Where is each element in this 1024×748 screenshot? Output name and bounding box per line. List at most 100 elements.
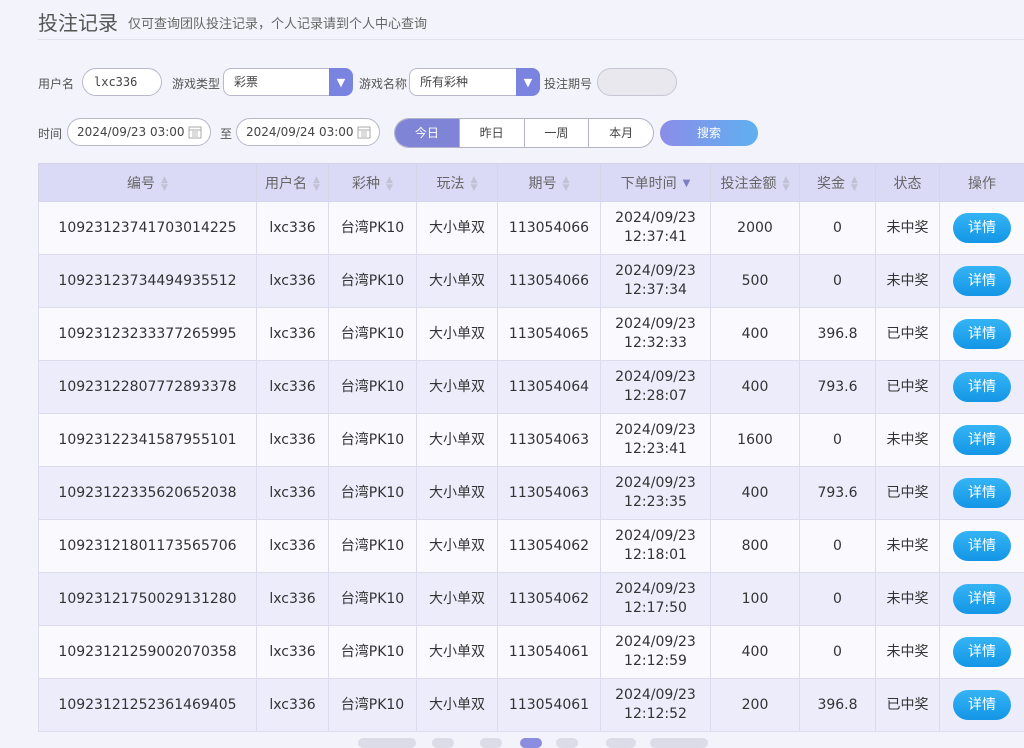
cell-lottery: 台湾PK10 (329, 361, 417, 414)
cell-amount: 1600 (711, 414, 800, 467)
detail-button[interactable]: 详情 (953, 584, 1011, 614)
cell-issue: 113054064 (498, 361, 601, 414)
cell-action: 详情 (940, 467, 1024, 520)
col-header-time[interactable]: 下单时间▼ (601, 164, 711, 202)
table-row: 10923121252361469405lxc336台湾PK10大小单双1130… (39, 679, 1024, 732)
range-month-button[interactable]: 本月 (588, 119, 653, 147)
detail-button[interactable]: 详情 (953, 319, 1011, 349)
page-title: 投注记录 (38, 7, 118, 36)
order-date: 2024/09/23 (615, 210, 696, 226)
order-clock: 12:28:07 (624, 388, 687, 404)
order-clock: 12:12:52 (624, 706, 687, 722)
issue-input[interactable] (597, 68, 677, 96)
table-row: 10923121750029131280lxc336台湾PK10大小单双1130… (39, 573, 1024, 626)
cell-user: lxc336 (257, 202, 329, 255)
calendar-icon (357, 125, 371, 139)
game-name-value: 所有彩种 (409, 68, 517, 96)
cell-issue: 113054065 (498, 308, 601, 361)
cell-prize: 793.6 (800, 467, 876, 520)
order-clock: 12:12:59 (624, 653, 687, 669)
cell-prize: 0 (800, 255, 876, 308)
range-week-button[interactable]: 一周 (524, 119, 589, 147)
range-today-button[interactable]: 今日 (395, 119, 459, 147)
pager-page-button[interactable] (556, 738, 578, 748)
cell-play: 大小单双 (417, 520, 498, 573)
cell-lottery: 台湾PK10 (329, 255, 417, 308)
cell-play: 大小单双 (417, 361, 498, 414)
cell-play: 大小单双 (417, 308, 498, 361)
cell-prize: 793.6 (800, 361, 876, 414)
cell-issue: 113054062 (498, 520, 601, 573)
table-row: 10923122807772893378lxc336台湾PK10大小单双1130… (39, 361, 1024, 414)
detail-button[interactable]: 详情 (953, 690, 1011, 720)
col-header-status: 状态 (876, 164, 940, 202)
detail-button[interactable]: 详情 (953, 531, 1011, 561)
pager-next-button[interactable] (650, 738, 708, 748)
order-date: 2024/09/23 (615, 687, 696, 703)
order-date: 2024/09/23 (615, 316, 696, 332)
order-clock: 12:37:34 (624, 282, 687, 298)
search-button[interactable]: 搜索 (660, 120, 758, 146)
start-time-input[interactable]: 2024/09/23 03:00 (67, 118, 211, 146)
pager-prev-button[interactable] (358, 738, 416, 748)
cell-prize: 0 (800, 573, 876, 626)
cell-id: 10923122341587955101 (39, 414, 257, 467)
detail-button[interactable]: 详情 (953, 425, 1011, 455)
order-date: 2024/09/23 (615, 422, 696, 438)
order-clock: 12:23:35 (624, 494, 687, 510)
order-clock: 12:37:41 (624, 229, 687, 245)
cell-prize: 0 (800, 202, 876, 255)
cell-play: 大小单双 (417, 626, 498, 679)
cell-order-time: 2024/09/2312:17:50 (601, 573, 711, 626)
cell-issue: 113054062 (498, 573, 601, 626)
cell-id: 10923121750029131280 (39, 573, 257, 626)
cell-play: 大小单双 (417, 414, 498, 467)
game-name-select[interactable]: 所有彩种 ▼ (409, 68, 540, 96)
range-yesterday-button[interactable]: 昨日 (459, 119, 524, 147)
pager-page-button[interactable] (480, 738, 502, 748)
username-input[interactable]: lxc336 (82, 68, 162, 96)
cell-order-time: 2024/09/2312:32:33 (601, 308, 711, 361)
pager-current-page[interactable] (520, 738, 542, 748)
sort-icon: ▲▼ (161, 176, 168, 192)
col-header-prize[interactable]: 奖金▲▼ (800, 164, 876, 202)
bet-records-table: 编号▲▼ 用户名▲▼ 彩种▲▼ 玩法▲▼ 期号▲▼ 下单时间▼ 投注金额▲▼ 奖… (38, 163, 1024, 732)
cell-status: 已中奖 (876, 308, 940, 361)
cell-action: 详情 (940, 679, 1024, 732)
cell-prize: 0 (800, 520, 876, 573)
detail-button[interactable]: 详情 (953, 266, 1011, 296)
sort-icon: ▲▼ (471, 176, 478, 192)
col-header-play[interactable]: 玩法▲▼ (417, 164, 498, 202)
detail-button[interactable]: 详情 (953, 478, 1011, 508)
cell-action: 详情 (940, 414, 1024, 467)
cell-order-time: 2024/09/2312:18:01 (601, 520, 711, 573)
detail-button[interactable]: 详情 (953, 372, 1011, 402)
detail-button[interactable]: 详情 (953, 637, 1011, 667)
cell-prize: 0 (800, 626, 876, 679)
cell-play: 大小单双 (417, 679, 498, 732)
pager-page-button[interactable] (606, 738, 636, 748)
cell-prize: 396.8 (800, 679, 876, 732)
cell-action: 详情 (940, 308, 1024, 361)
order-date: 2024/09/23 (615, 634, 696, 650)
pager-page-button[interactable] (432, 738, 454, 748)
cell-lottery: 台湾PK10 (329, 414, 417, 467)
cell-order-time: 2024/09/2312:37:34 (601, 255, 711, 308)
cell-user: lxc336 (257, 626, 329, 679)
cell-amount: 500 (711, 255, 800, 308)
time-label: 时间 (38, 125, 62, 142)
cell-prize: 396.8 (800, 308, 876, 361)
col-header-lottery[interactable]: 彩种▲▼ (329, 164, 417, 202)
game-type-select[interactable]: 彩票 ▼ (223, 68, 353, 96)
col-header-issue[interactable]: 期号▲▼ (498, 164, 601, 202)
cell-issue: 113054066 (498, 255, 601, 308)
cell-play: 大小单双 (417, 255, 498, 308)
cell-action: 详情 (940, 573, 1024, 626)
col-header-id[interactable]: 编号▲▼ (39, 164, 257, 202)
col-header-amount[interactable]: 投注金额▲▼ (711, 164, 800, 202)
col-header-user[interactable]: 用户名▲▼ (257, 164, 329, 202)
order-clock: 12:23:41 (624, 441, 687, 457)
detail-button[interactable]: 详情 (953, 213, 1011, 243)
end-time-input[interactable]: 2024/09/24 03:00 (236, 118, 380, 146)
cell-issue: 113054061 (498, 626, 601, 679)
